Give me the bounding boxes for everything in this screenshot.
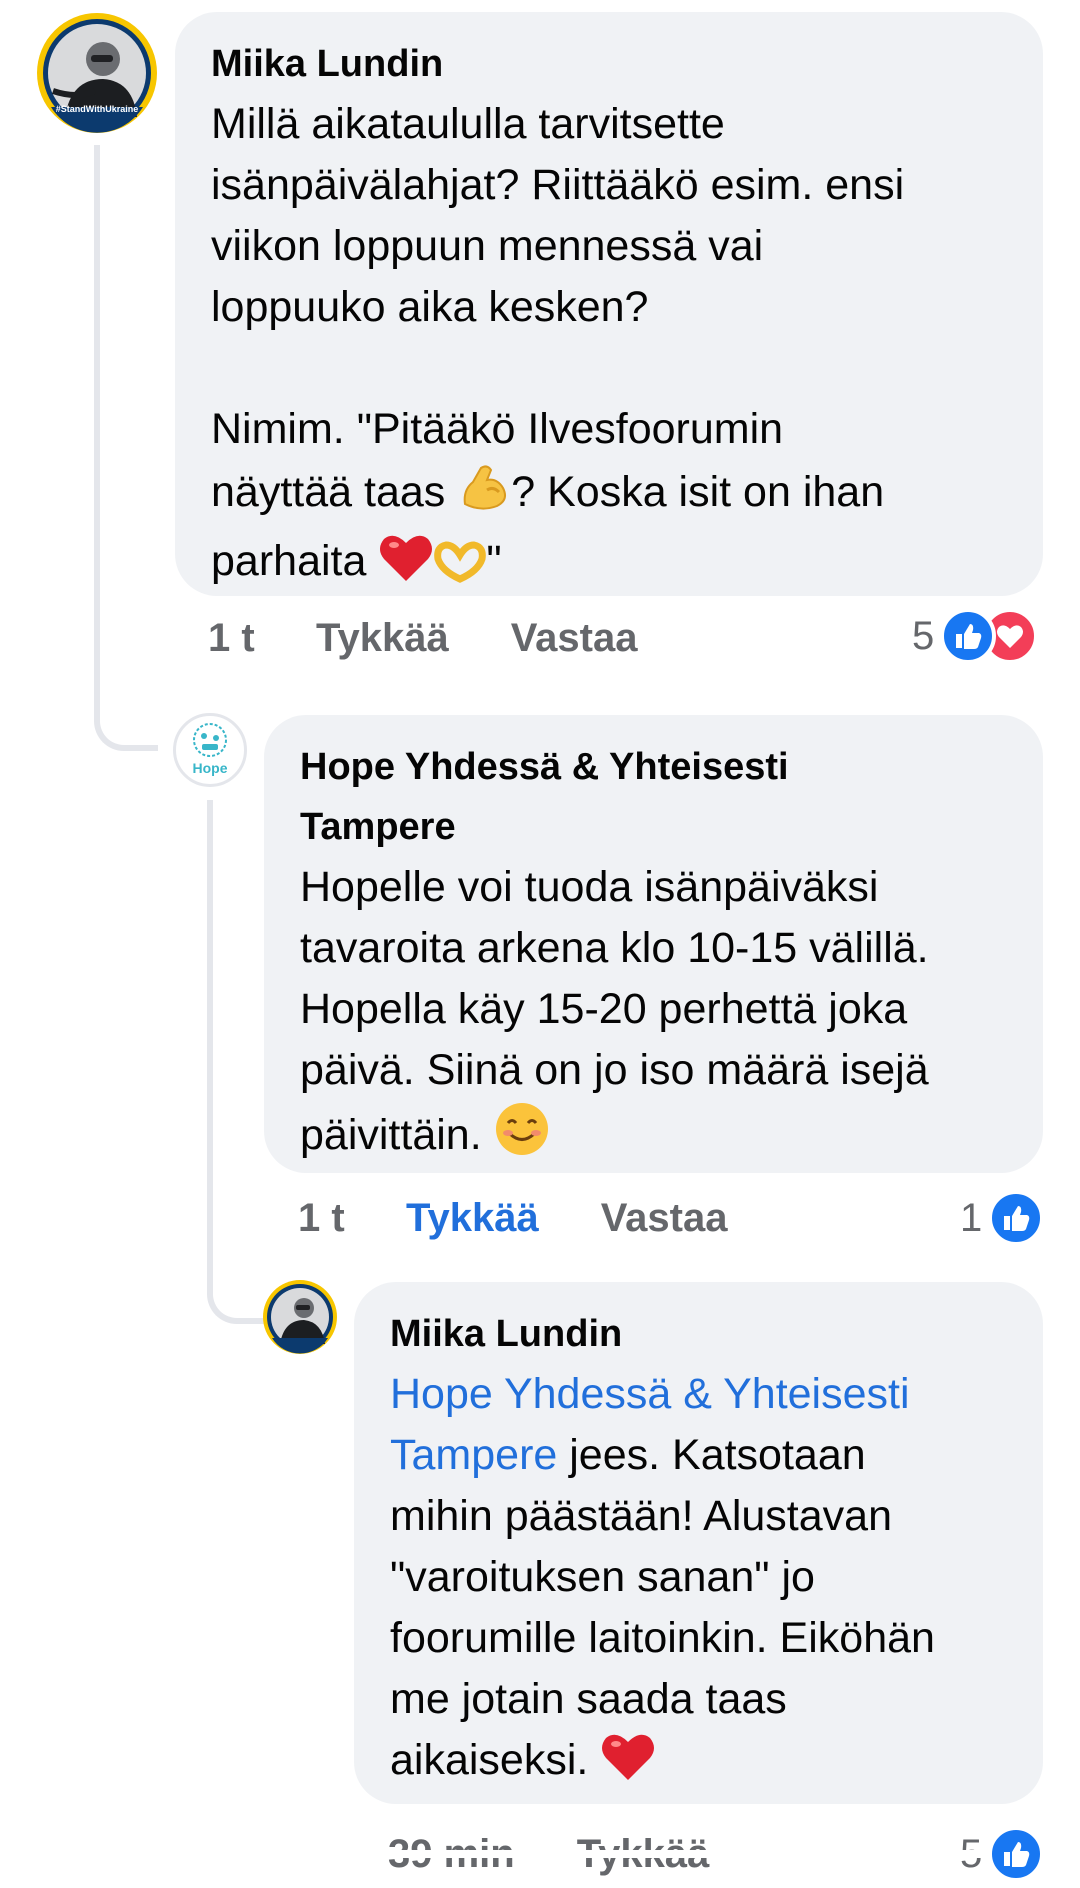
- comment-text: Millä aikataululla tarvitsette isänpäiväl…: [211, 94, 1007, 600]
- like-reaction-icon: [988, 1826, 1045, 1882]
- comment-line: parhaita ": [211, 531, 1007, 600]
- person-avatar-icon: [267, 1284, 333, 1354]
- comment-bubble: Miika Lundin Hope Yhdessä & Yhteisesti Ta…: [354, 1282, 1043, 1804]
- comment-timestamp[interactable]: 1 t: [208, 616, 316, 661]
- red-heart-icon: [600, 1730, 656, 1799]
- comment-line: aikaiseksi.: [390, 1730, 1007, 1799]
- avatar-miika-lundin[interactable]: #StandWithUkraine: [37, 13, 157, 133]
- comment-line: Hopelle voi tuoda isänpäiväksi: [300, 863, 879, 911]
- comment-line: "varoituksen sanan" jo: [390, 1553, 815, 1601]
- comment-actions: 1 t Tykkää Vastaa: [298, 1190, 727, 1246]
- author-line: Tampere: [300, 806, 456, 848]
- comment-bubble: Hope Yhdessä & Yhteisesti Tampere Hopelle…: [264, 715, 1043, 1173]
- smiling-face-icon: [494, 1101, 550, 1174]
- text-segment: näyttää taas: [211, 468, 458, 516]
- comment-line-blank: [211, 338, 1007, 399]
- comment-line: Hopella käy 15-20 perhettä joka: [300, 985, 908, 1033]
- comment-line: päivä. Siinä on jo iso määrä isejä: [300, 1046, 929, 1094]
- comment-line: viikon loppuun mennessä vai: [211, 222, 764, 270]
- mention-link[interactable]: Tampere: [390, 1431, 557, 1479]
- person-avatar-icon: [43, 19, 151, 133]
- reaction-summary[interactable]: 5: [912, 608, 1039, 664]
- text-segment: ? Koska isit on ihan: [511, 468, 885, 516]
- text-segment: jees. Katsotaan: [557, 1431, 866, 1479]
- avatar-hope-tampere[interactable]: Hope: [173, 713, 247, 787]
- comment-line: tavaroita arkena klo 10-15 välillä.: [300, 924, 929, 972]
- heart-hands-icon: [434, 539, 487, 600]
- comment-line: päivittäin.: [300, 1101, 1007, 1174]
- text-segment: parhaita: [211, 537, 379, 585]
- like-reaction-icon: [940, 608, 997, 664]
- thread-line-reply: [207, 800, 270, 1324]
- reply-button[interactable]: Vastaa: [601, 1196, 728, 1241]
- comment-line: foorumille laitoinkin. Eiköhän: [390, 1614, 935, 1662]
- comment-text: Hopelle voi tuoda isänpäiväksi tavaroita …: [300, 857, 1007, 1174]
- reaction-count: 1: [960, 1195, 983, 1240]
- reaction-count: 5: [912, 613, 935, 658]
- avatar-badge-text: #StandWithUkraine: [55, 104, 139, 114]
- avatar-miika-lundin[interactable]: [263, 1280, 337, 1354]
- comment-line: näyttää taas ? Koska isit on ihan: [211, 460, 1007, 531]
- comment-line: Millä aikataululla tarvitsette: [211, 100, 725, 148]
- comment-bubble: Miika Lundin Millä aikataululla tarvitse…: [175, 12, 1043, 596]
- hope-logo-text: Hope: [192, 760, 228, 776]
- comment-line: Hope Yhdessä & Yhteisesti: [390, 1364, 1007, 1425]
- text-segment: ": [486, 537, 502, 585]
- comment-line: loppuuko aika kesken?: [211, 283, 649, 331]
- mention-link[interactable]: Hope Yhdessä & Yhteisesti: [390, 1370, 910, 1418]
- flexed-biceps-icon: [457, 460, 511, 531]
- text-segment: päivittäin.: [300, 1111, 494, 1159]
- comment-line: isänpäivälahjat? Riittääkö esim. ensi: [211, 161, 905, 209]
- comment-line: me jotain saada taas: [390, 1675, 787, 1723]
- reply-button[interactable]: Vastaa: [511, 616, 638, 661]
- thread-line-main: [94, 145, 158, 751]
- screen-bottom-edge: [0, 1850, 1080, 1858]
- like-button-active[interactable]: Tykkää: [406, 1196, 539, 1241]
- like-reaction-icon: [988, 1190, 1045, 1246]
- text-segment: aikaiseksi.: [390, 1736, 601, 1784]
- comment-timestamp[interactable]: 1 t: [298, 1196, 406, 1241]
- comment-author[interactable]: Miika Lundin: [211, 34, 1007, 94]
- reaction-summary[interactable]: 1: [960, 1190, 1045, 1246]
- like-button[interactable]: Tykkää: [316, 616, 449, 661]
- comment-line: mihin päästään! Alustavan: [390, 1492, 892, 1540]
- comment-actions: 1 t Tykkää Vastaa: [208, 610, 637, 666]
- comment-line: Nimim. "Pitääkö Ilvesfoorumin: [211, 405, 784, 453]
- author-line: Hope Yhdessä & Yhteisesti: [300, 746, 789, 788]
- comment-text: Hope Yhdessä & Yhteisesti Tampere jees. K…: [390, 1364, 1007, 1799]
- comment-line: Tampere jees. Katsotaan: [390, 1425, 1007, 1486]
- comment-author[interactable]: Hope Yhdessä & Yhteisesti Tampere: [300, 737, 1007, 857]
- comment-author[interactable]: Miika Lundin: [390, 1304, 1007, 1364]
- red-heart-icon: [378, 531, 434, 600]
